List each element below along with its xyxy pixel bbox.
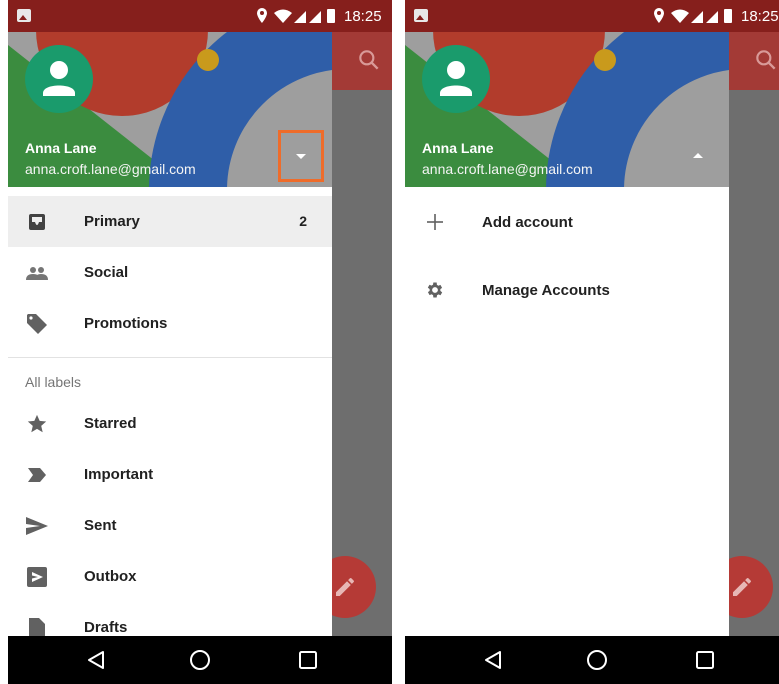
send-icon: [25, 515, 49, 537]
wifi-icon: [671, 9, 689, 23]
navigation-drawer: Anna Lane anna.croft.lane@gmail.com Add …: [405, 0, 729, 636]
tag-icon: [25, 313, 49, 335]
location-icon: [257, 8, 267, 23]
person-icon: [440, 61, 472, 96]
caret-up-icon: [693, 153, 703, 158]
avatar[interactable]: [25, 45, 93, 113]
battery-icon: [724, 9, 732, 23]
status-icons: [654, 8, 732, 23]
search-icon[interactable]: [753, 47, 779, 73]
manage-accounts-item[interactable]: Manage Accounts: [405, 264, 729, 332]
avatar[interactable]: [422, 45, 490, 113]
drawer-item-label: Drafts: [84, 619, 128, 636]
account-name: Anna Lane: [422, 140, 494, 156]
recents-icon[interactable]: [693, 648, 717, 672]
image-notification-icon: [17, 9, 31, 22]
drawer-item-label: Primary: [84, 213, 140, 230]
add-account-item[interactable]: Add account: [405, 196, 729, 264]
drawer-item-label: Social: [84, 264, 129, 281]
drawer-item-label: Promotions: [84, 315, 168, 332]
drawer-menu: Primary 2 Social Promotions All labels S…: [8, 196, 332, 636]
home-icon[interactable]: [585, 648, 609, 672]
account-menu: Add account Manage Accounts: [405, 196, 729, 332]
star-icon: [25, 413, 49, 435]
drawer-item-outbox[interactable]: Outbox: [8, 551, 332, 602]
navigation-bar: [405, 636, 779, 684]
drawer-item-label: Starred: [84, 415, 137, 432]
image-notification-icon: [414, 9, 428, 22]
account-email: anna.croft.lane@gmail.com: [25, 161, 196, 177]
account-email: anna.croft.lane@gmail.com: [422, 161, 593, 177]
drawer-item-important[interactable]: Important: [8, 449, 332, 500]
important-icon: [25, 464, 49, 486]
status-time: 18:25: [344, 8, 382, 25]
search-icon[interactable]: [356, 47, 382, 73]
signal-icon: [691, 11, 703, 23]
drawer-item-drafts[interactable]: Drafts: [8, 602, 332, 636]
draft-icon: [25, 617, 49, 636]
location-icon: [654, 8, 664, 23]
navigation-bar: [8, 636, 392, 684]
manage-accounts-label: Manage Accounts: [482, 282, 610, 299]
back-icon[interactable]: [84, 648, 108, 672]
caret-down-icon: [296, 154, 306, 159]
pencil-icon: [336, 577, 354, 596]
status-bar: 18:25: [405, 0, 779, 32]
wifi-icon: [274, 9, 292, 23]
drawer-item-social[interactable]: Social: [8, 247, 332, 298]
drawer-item-label: Outbox: [84, 568, 137, 585]
outbox-icon: [25, 566, 49, 588]
account-switcher-toggle[interactable]: [675, 130, 721, 182]
recents-icon[interactable]: [296, 648, 320, 672]
unread-count: 2: [299, 213, 307, 229]
section-label-all-labels: All labels: [25, 374, 82, 390]
account-switcher-toggle[interactable]: [278, 130, 324, 182]
drawer-item-label: Important: [84, 466, 154, 483]
battery-icon: [327, 9, 335, 23]
plus-icon: [423, 210, 447, 234]
signal-icon: [294, 11, 306, 23]
account-name: Anna Lane: [25, 140, 97, 156]
pencil-icon: [733, 577, 751, 596]
right-screen: 18:25 Anna Lane anna.croft.lane@gmail.co…: [405, 0, 779, 684]
status-time: 18:25: [741, 8, 779, 25]
home-icon[interactable]: [188, 648, 212, 672]
drawer-item-starred[interactable]: Starred: [8, 398, 332, 449]
status-bar: 18:25: [8, 0, 392, 32]
people-icon: [25, 262, 49, 284]
back-icon[interactable]: [481, 648, 505, 672]
left-screen: 18:25 Anna Lane anna.croft.lane@gmail.co…: [8, 0, 392, 684]
signal-icon-2: [309, 11, 321, 23]
drawer-item-label: Sent: [84, 517, 117, 534]
drawer-item-primary[interactable]: Primary 2: [8, 196, 332, 247]
drawer-item-sent[interactable]: Sent: [8, 500, 332, 551]
add-account-label: Add account: [482, 214, 573, 231]
status-icons: [257, 8, 335, 23]
signal-icon-2: [706, 11, 718, 23]
gear-icon: [423, 278, 447, 302]
inbox-icon: [25, 211, 49, 233]
navigation-drawer: Anna Lane anna.croft.lane@gmail.com Prim…: [8, 0, 332, 636]
drawer-item-promotions[interactable]: Promotions: [8, 298, 332, 349]
person-icon: [43, 61, 75, 96]
